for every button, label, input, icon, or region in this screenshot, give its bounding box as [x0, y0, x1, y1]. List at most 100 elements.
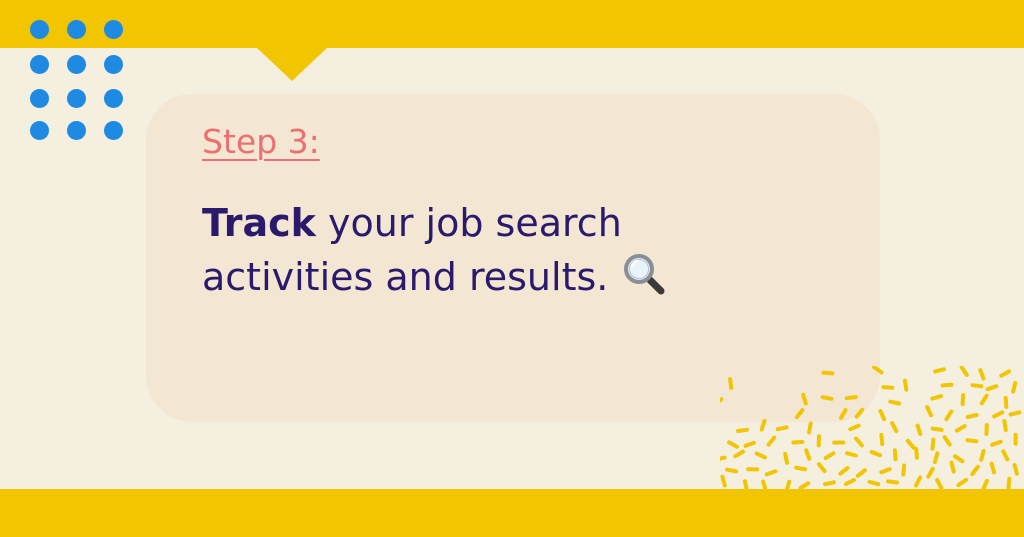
confetti-dash — [1008, 410, 1022, 417]
confetti-dash — [854, 407, 865, 419]
confetti-dash — [933, 367, 946, 374]
blue-dot — [104, 20, 123, 39]
confetti-dash — [872, 366, 884, 375]
confetti-dash — [759, 418, 767, 432]
blue-dot — [67, 121, 86, 140]
confetti-dash — [930, 394, 943, 401]
confetti-dash — [1011, 380, 1018, 394]
confetti-dash — [979, 449, 986, 462]
confetti-dash — [890, 421, 899, 434]
confetti-dash — [794, 408, 805, 420]
confetti-dash — [821, 370, 835, 376]
confetti-dash — [944, 409, 954, 422]
confetti-dash — [960, 393, 966, 407]
headline: Track your job search activities and res… — [202, 196, 802, 310]
blue-dot — [67, 55, 86, 74]
confetti-dash — [953, 454, 965, 464]
confetti-dash — [926, 466, 935, 479]
confetti-dash — [764, 469, 778, 477]
blue-dot — [104, 89, 123, 108]
confetti-dash — [754, 451, 767, 460]
confetti-dash — [844, 395, 858, 401]
confetti-dash — [925, 405, 933, 418]
blue-dot — [104, 121, 123, 140]
confetti-dash — [766, 435, 777, 447]
confetti-dash — [990, 439, 1003, 447]
blue-dot — [67, 89, 86, 108]
confetti-dash — [823, 451, 836, 461]
headline-bold: Track — [202, 201, 316, 245]
step-label: Step 3: — [202, 122, 320, 161]
confetti-dash — [733, 449, 745, 459]
top-yellow-band — [0, 0, 1024, 48]
confetti-dash — [985, 384, 999, 392]
confetti-dash — [902, 378, 909, 392]
confetti-dash — [720, 455, 727, 461]
confetti-dash — [816, 462, 827, 474]
blue-dot — [104, 55, 123, 74]
blue-dot — [30, 20, 49, 39]
confetti-dash — [981, 478, 989, 490]
confetti-dash — [930, 437, 936, 451]
confetti-dash — [879, 433, 885, 446]
confetti-dash — [720, 397, 724, 403]
pointer-triangle — [256, 47, 328, 81]
confetti-dash — [839, 408, 848, 420]
confetti-dash — [801, 392, 808, 406]
blue-dot — [30, 89, 49, 108]
confetti-dash — [878, 409, 887, 422]
confetti-dash — [978, 368, 986, 381]
confetti-dash — [879, 467, 892, 475]
blue-dot — [30, 121, 49, 140]
confetti-dash — [848, 423, 861, 432]
confetti-dash — [1006, 476, 1012, 490]
confetti-dash — [823, 480, 836, 487]
confetti-dash — [804, 448, 812, 461]
confetti-dash — [720, 474, 727, 488]
confetti-dash — [855, 468, 867, 478]
confetti-dash — [965, 438, 979, 444]
confetti-dash — [791, 440, 805, 445]
confetti-dash — [843, 478, 856, 486]
confetti-dash — [905, 438, 916, 450]
confetti-dash — [798, 481, 811, 490]
confetti-dash — [1012, 463, 1019, 476]
confetti-dash — [881, 385, 895, 390]
confetti-dash — [999, 369, 1012, 378]
confetti-dash — [989, 461, 997, 475]
confetti-dash — [935, 478, 944, 490]
confetti-dash — [979, 393, 989, 406]
confetti-dash — [728, 377, 734, 390]
confetti-dash — [956, 477, 968, 487]
confetti-dash — [992, 410, 1005, 419]
confetti-dash — [915, 423, 923, 436]
confetti-dash — [965, 413, 979, 419]
confetti-dash — [867, 479, 881, 487]
confetti-dash — [901, 463, 907, 477]
confetti-dash — [914, 446, 919, 460]
confetti-dash — [1002, 419, 1008, 432]
confetti-pattern — [720, 366, 1022, 490]
confetti-dash — [930, 426, 944, 432]
confetti-dash — [892, 448, 898, 462]
confetti-dash — [940, 382, 954, 388]
blue-dot — [67, 20, 86, 39]
confetti-dash — [845, 451, 858, 458]
confetti-dash — [783, 451, 789, 465]
magnifying-glass-icon — [622, 252, 666, 310]
confetti-dash — [727, 440, 739, 449]
blue-dot — [30, 55, 49, 74]
confetti-dash — [959, 366, 969, 377]
dot-grid — [30, 20, 124, 142]
confetti-dash — [820, 395, 834, 401]
bottom-yellow-band — [0, 489, 1024, 537]
confetti-dash — [869, 450, 882, 458]
confetti-dash — [954, 424, 967, 433]
confetti-dash — [888, 399, 902, 406]
confetti-dash — [1003, 395, 1009, 409]
confetti-dash — [942, 435, 952, 447]
confetti-dash — [949, 460, 956, 474]
confetti-dash — [775, 425, 789, 432]
confetti-dash — [1001, 449, 1010, 462]
confetti-dash — [854, 436, 864, 448]
